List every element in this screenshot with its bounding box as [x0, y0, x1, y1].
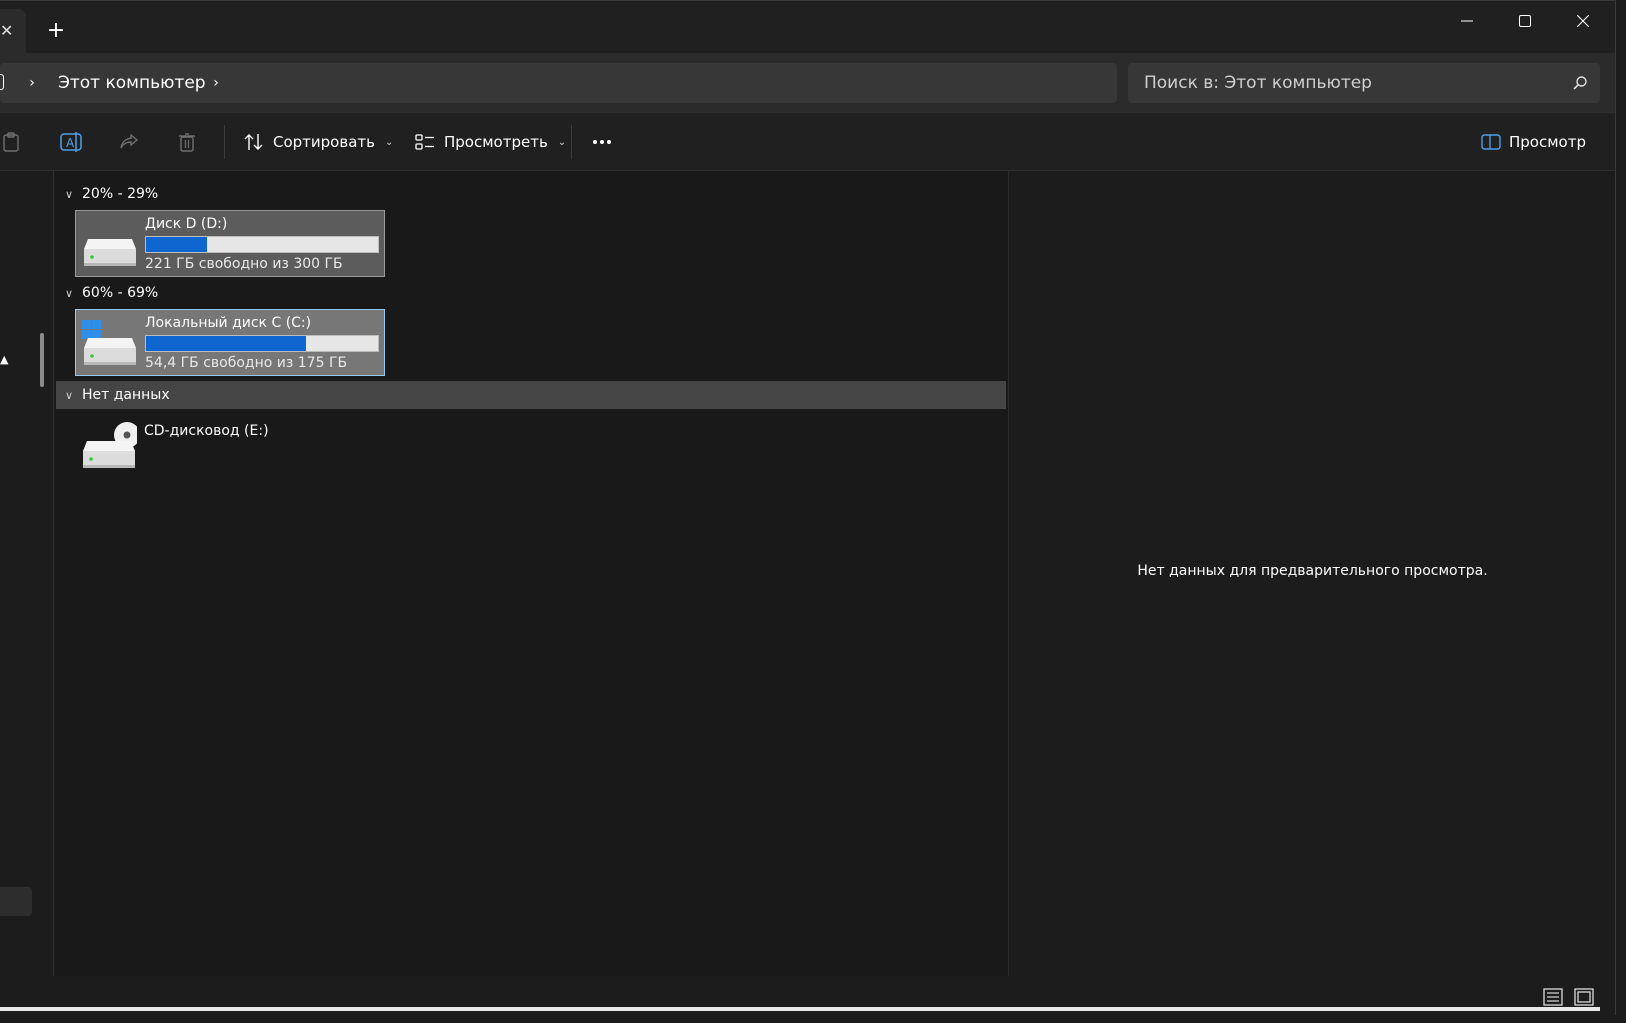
drive-tile-d[interactable]: Диск D (D:) 221 ГБ свободно из 300 ГБ: [75, 210, 385, 277]
sort-button[interactable]: Сортировать ⌄: [243, 126, 393, 158]
chevron-down-icon: ⌄: [384, 136, 394, 148]
preview-pane-label: Просмотр: [1509, 133, 1586, 151]
group-header-60-69[interactable]: ∨ 60% - 69%: [56, 280, 1006, 306]
view-icon: [415, 134, 434, 150]
more-dot-icon: [593, 140, 597, 144]
tab-close-icon[interactable]: ✕: [0, 21, 13, 40]
new-tab-button[interactable]: +: [44, 19, 68, 43]
maximize-button[interactable]: [1496, 1, 1554, 41]
active-tab[interactable]: ✕: [0, 9, 26, 53]
chevron-down-icon: ⌄: [557, 136, 567, 148]
title-bar: ✕ +: [0, 1, 1615, 53]
preview-pane-button[interactable]: Просмотр: [1481, 126, 1586, 158]
nav-selected-item[interactable]: [0, 887, 32, 916]
nav-scrollbar[interactable]: [40, 333, 44, 387]
rename-icon: A: [60, 132, 82, 152]
group-header-no-data[interactable]: ∨ Нет данных: [56, 381, 1006, 409]
drive-usage-fill: [146, 237, 208, 252]
close-button[interactable]: [1554, 1, 1612, 41]
address-row: › Этот компьютер ›: [0, 53, 1615, 113]
view-label: Просмотреть: [444, 133, 548, 151]
drive-name: Локальный диск C (C:): [145, 315, 312, 331]
nav-expand-icon[interactable]: ▲: [0, 353, 8, 366]
details-view-icon: [1543, 988, 1563, 1006]
more-dot-icon: [607, 140, 611, 144]
file-explorer-window: ✕ + › Этот компьютер › A: [0, 0, 1616, 1015]
navigation-pane[interactable]: ▲: [0, 171, 54, 976]
minimize-button[interactable]: [1438, 1, 1496, 41]
group-label: 60% - 69%: [82, 285, 159, 301]
hard-drive-icon: [84, 239, 136, 266]
svg-text:A: A: [66, 136, 75, 150]
tiles-view-icon: [1574, 988, 1594, 1006]
trash-icon: [179, 133, 195, 152]
paste-icon: [3, 132, 19, 152]
drive-name: Диск D (D:): [145, 216, 228, 232]
breadcrumb-this-pc[interactable]: Этот компьютер: [58, 72, 206, 94]
chevron-down-icon[interactable]: ∨: [56, 188, 82, 201]
drive-usage-bar: [145, 335, 379, 352]
more-dot-icon: [600, 140, 604, 144]
rename-button[interactable]: A: [57, 128, 85, 156]
preview-pane: Нет данных для предварительного просмотр…: [1008, 171, 1615, 976]
minimize-icon: [1461, 20, 1473, 22]
group-label: 20% - 29%: [82, 186, 159, 202]
toolbar-divider: [571, 125, 572, 159]
drive-usage-bar: [145, 236, 379, 253]
toolbar-divider: [224, 125, 225, 159]
view-button[interactable]: Просмотреть ⌄: [414, 126, 566, 158]
drive-tile-e[interactable]: CD-дисковод (E:): [75, 413, 385, 480]
command-bar: A Сортировать ⌄ Просмотреть ⌄ Просмотр: [0, 113, 1615, 171]
paste-button[interactable]: [0, 128, 26, 156]
group-label: Нет данных: [82, 387, 170, 403]
address-bar[interactable]: › Этот компьютер ›: [0, 63, 1117, 103]
search-icon[interactable]: [1572, 75, 1588, 91]
close-icon: [1577, 15, 1589, 27]
search-input[interactable]: [1144, 63, 1564, 103]
drive-tile-c[interactable]: Локальный диск C (C:) 54,4 ГБ свободно и…: [75, 309, 385, 376]
window-bottom-edge: [0, 1007, 1600, 1011]
system-drive-icon: [82, 320, 136, 365]
maximize-icon: [1519, 15, 1531, 27]
sort-label: Сортировать: [273, 133, 375, 151]
preview-empty-message: Нет данных для предварительного просмотр…: [1137, 563, 1488, 579]
search-box[interactable]: [1128, 63, 1600, 103]
chevron-down-icon[interactable]: ∨: [56, 389, 82, 402]
more-options-button[interactable]: [588, 128, 616, 156]
share-icon: [120, 133, 139, 149]
details-view-button[interactable]: [1541, 986, 1565, 1008]
tiles-view-button[interactable]: [1572, 986, 1596, 1008]
breadcrumb-chevron-icon[interactable]: ›: [208, 74, 224, 92]
drive-free-space: 54,4 ГБ свободно из 175 ГБ: [145, 355, 348, 371]
preview-pane-icon: [1481, 134, 1501, 150]
drive-usage-fill: [146, 336, 306, 351]
group-header-20-29[interactable]: ∨ 20% - 29%: [56, 181, 1006, 207]
breadcrumb-chevron-icon[interactable]: ›: [24, 74, 40, 92]
sort-icon: [244, 134, 263, 150]
drives-view: ∨ 20% - 29% Диск D (D:) 221 ГБ свободно …: [56, 171, 1006, 976]
share-button[interactable]: [115, 128, 143, 156]
drive-name: CD-дисковод (E:): [144, 423, 269, 439]
chevron-down-icon[interactable]: ∨: [56, 287, 82, 300]
drive-free-space: 221 ГБ свободно из 300 ГБ: [145, 256, 343, 272]
cd-drive-icon: [83, 422, 137, 468]
this-pc-icon: [0, 74, 4, 90]
delete-button[interactable]: [173, 128, 201, 156]
